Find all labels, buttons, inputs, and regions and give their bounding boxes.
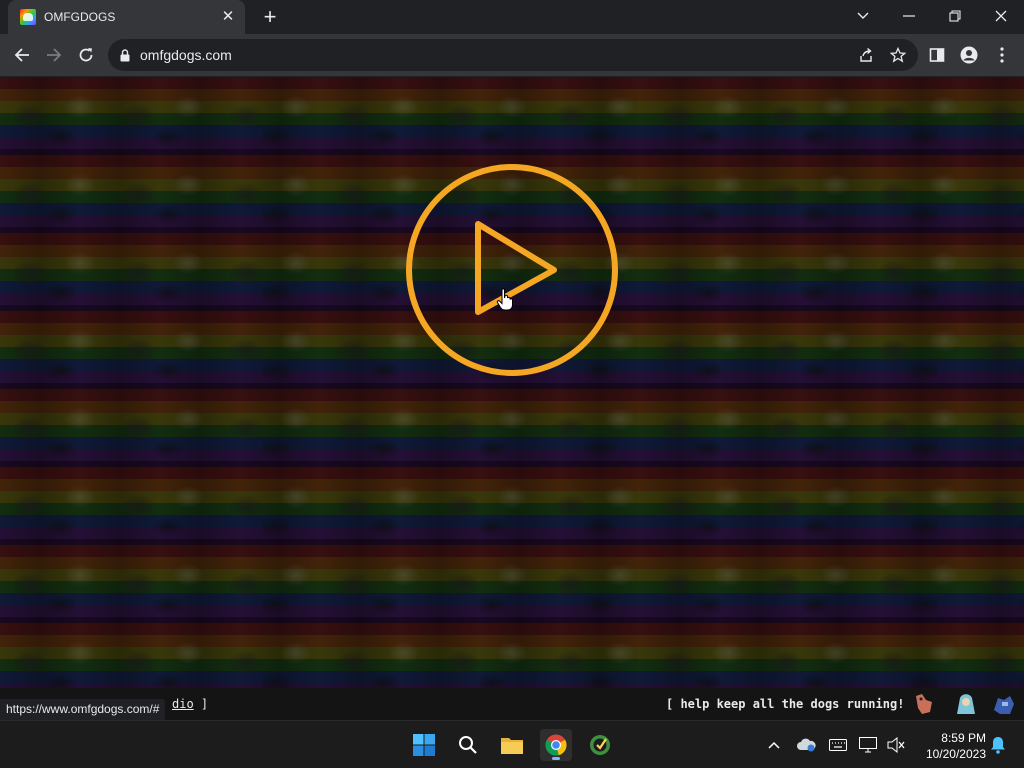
close-window-button[interactable]	[978, 0, 1024, 32]
file-explorer-button[interactable]	[496, 729, 528, 761]
more-vert-icon	[1000, 47, 1004, 63]
monitor-icon	[859, 737, 877, 753]
show-hidden-icons-button[interactable]	[764, 735, 784, 755]
restore-icon	[949, 10, 961, 22]
chevron-up-icon	[768, 741, 780, 749]
tab-title: OMFGDOGS	[44, 10, 116, 24]
browser-tab[interactable]: OMFGDOGS ✕	[8, 0, 245, 34]
arrow-left-icon	[14, 48, 29, 62]
minimize-icon	[903, 15, 915, 17]
tab-strip: OMFGDOGS ✕ +	[0, 0, 1024, 34]
keyboard-icon	[829, 739, 847, 751]
cloud-icon	[797, 738, 816, 752]
pinned-app-button[interactable]	[584, 729, 616, 761]
side-panel-button[interactable]	[923, 41, 951, 69]
hand-cursor-icon	[496, 288, 513, 311]
volume-tray-button[interactable]	[886, 735, 906, 755]
clock-date: 10/20/2023	[925, 747, 986, 761]
lock-icon[interactable]	[120, 48, 130, 62]
address-bar[interactable]: omfgdogs.com	[108, 39, 918, 71]
share-button[interactable]	[852, 39, 880, 71]
play-circle-icon	[406, 164, 618, 376]
dog-badge-3-icon[interactable]	[990, 690, 1018, 718]
chevron-down-icon	[857, 12, 869, 19]
profile-icon	[960, 46, 978, 64]
browser-toolbar: omfgdogs.com	[0, 34, 1024, 76]
keyboard-tray-button[interactable]	[828, 735, 848, 755]
play-triangle-icon	[475, 221, 557, 315]
browser-menu-button[interactable]	[988, 41, 1016, 69]
search-icon	[459, 736, 477, 754]
search-button[interactable]	[452, 729, 484, 761]
start-button[interactable]	[408, 729, 440, 761]
tab-close-icon[interactable]: ✕	[219, 8, 237, 26]
onedrive-tray-button[interactable]	[796, 735, 816, 755]
play-button[interactable]	[404, 162, 620, 378]
folder-icon	[501, 738, 523, 754]
bell-icon	[991, 737, 1005, 754]
bookmark-button[interactable]	[884, 39, 912, 71]
dog-badge-1-icon[interactable]	[910, 690, 938, 718]
speaker-muted-icon	[887, 737, 905, 753]
chrome-icon	[545, 734, 567, 756]
omfgdogs-favicon-icon	[20, 9, 36, 25]
reload-icon	[79, 48, 93, 62]
forward-button[interactable]	[40, 41, 68, 69]
restore-button[interactable]	[932, 0, 978, 32]
new-tab-button[interactable]: +	[256, 4, 284, 30]
share-icon	[860, 47, 872, 62]
star-icon	[890, 47, 906, 63]
notifications-button[interactable]	[988, 735, 1008, 755]
display-tray-button[interactable]	[858, 735, 878, 755]
system-clock[interactable]: 8:59 PM 10/20/2023	[914, 730, 986, 762]
chrome-taskbar-button[interactable]	[540, 729, 572, 761]
back-button[interactable]	[8, 41, 36, 69]
screen: OMFGDOGS ✕ + omfgdogs.com dio] [help k…	[0, 0, 1024, 768]
clock-time: 8:59 PM	[941, 731, 986, 745]
close-icon	[995, 10, 1007, 22]
url-text: omfgdogs.com	[140, 47, 232, 63]
help-keep-dogs-running-link[interactable]: [ help keep all the dogs running! ]	[666, 697, 919, 711]
reload-button[interactable]	[72, 41, 100, 69]
active-app-indicator	[552, 757, 560, 760]
status-bar-url: https://www.omfgdogs.com/#	[0, 699, 166, 720]
arrow-right-icon	[47, 48, 62, 62]
tab-search-button[interactable]	[840, 0, 886, 32]
green-app-icon	[590, 735, 610, 755]
windows-logo-icon	[413, 734, 435, 756]
windows-taskbar: 8:59 PM 10/20/2023	[0, 720, 1024, 768]
dog-badge-2-icon[interactable]	[952, 690, 980, 718]
radio-link-bracket: ]	[200, 697, 209, 711]
profile-button[interactable]	[955, 41, 983, 69]
radio-link[interactable]: dio ]	[172, 697, 208, 711]
minimize-button[interactable]	[886, 0, 932, 32]
side-panel-icon	[929, 48, 945, 62]
radio-link-text: dio	[172, 697, 194, 711]
